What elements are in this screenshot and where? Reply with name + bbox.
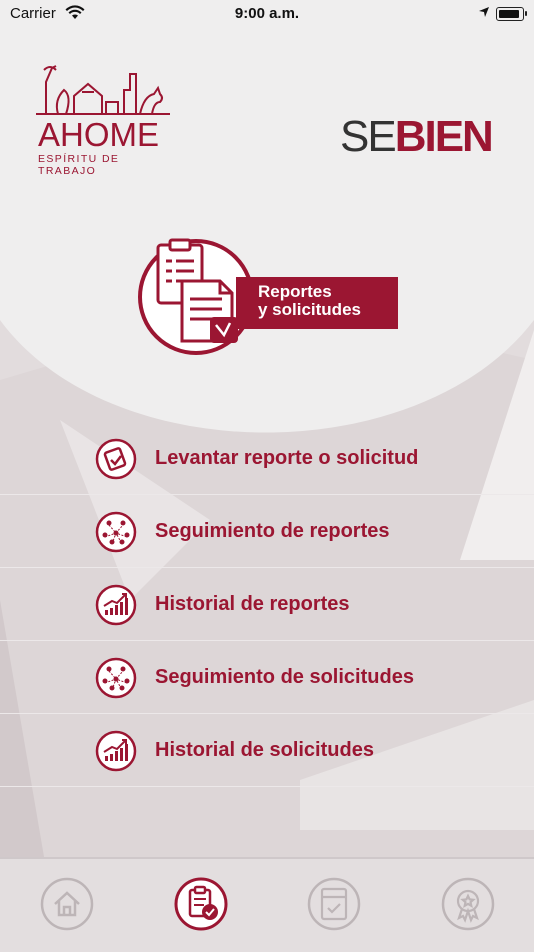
menu-item-levantar-reporte[interactable]: Levantar reporte o solicitud xyxy=(0,422,534,495)
hero-label-line1: Reportes xyxy=(258,282,332,301)
menu-item-historial-solicitudes[interactable]: Historial de solicitudes xyxy=(0,714,534,787)
hero-label-line2: y solicitudes xyxy=(258,300,361,319)
sebien-logo-part2: BIEN xyxy=(394,112,494,161)
growth-chart-icon xyxy=(95,584,137,626)
tab-awards[interactable] xyxy=(441,877,495,931)
sebien-logo-part1: SE xyxy=(340,112,397,161)
battery-icon xyxy=(496,7,527,21)
growth-chart-icon xyxy=(95,730,137,772)
menu-item-seguimiento-solicitudes[interactable]: Seguimiento de solicitudes xyxy=(0,641,534,714)
report-paper-icon xyxy=(95,438,137,480)
tab-home[interactable] xyxy=(40,877,94,931)
tab-reports[interactable] xyxy=(174,877,228,931)
ahome-skyline-icon xyxy=(36,65,170,115)
menu-item-label: Historial de reportes xyxy=(155,593,350,615)
award-badge-icon xyxy=(456,889,480,923)
menu-item-label: Historial de solicitudes xyxy=(155,739,374,761)
people-network-icon xyxy=(95,657,137,699)
ahome-logo: AHOME ESPÍRITU DE TRABAJO xyxy=(36,62,170,177)
menu-item-label: Seguimiento de reportes xyxy=(155,520,390,542)
ahome-logo-tagline: ESPÍRITU DE TRABAJO xyxy=(38,153,120,177)
menu-item-seguimiento-reportes[interactable]: Seguimiento de reportes xyxy=(0,495,534,568)
menu-item-label: Levantar reporte o solicitud xyxy=(155,447,419,469)
tab-payments[interactable] xyxy=(307,877,361,931)
payment-receipt-icon xyxy=(320,887,348,921)
menu-item-historial-reportes[interactable]: Historial de reportes xyxy=(0,568,534,641)
ahome-logo-name: AHOME xyxy=(38,116,160,153)
hero-label: Reportes y solicitudes xyxy=(236,277,398,329)
location-arrow-icon xyxy=(479,7,489,17)
people-network-icon xyxy=(95,511,137,553)
main-menu: Levantar reporte o solicitud Seguimiento… xyxy=(0,422,534,787)
status-bar: Carrier 9:00 a.m. xyxy=(0,0,534,30)
sebien-logo: SEBIEN xyxy=(340,112,494,162)
tab-bar xyxy=(0,857,534,952)
menu-item-label: Seguimiento de solicitudes xyxy=(155,666,414,688)
clock: 9:00 a.m. xyxy=(234,5,300,22)
home-icon xyxy=(54,891,80,917)
